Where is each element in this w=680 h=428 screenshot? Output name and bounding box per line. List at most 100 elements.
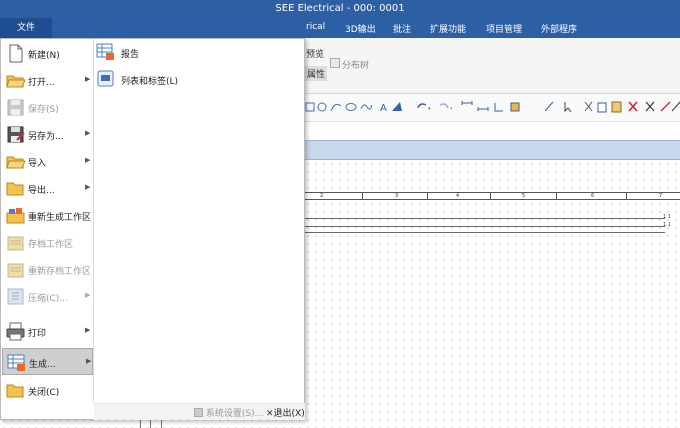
menu-item-save-as[interactable]: 另存为... ▶ (2, 121, 93, 148)
menu-item-save[interactable]: 保存(S) (2, 94, 93, 121)
pointer-icon (564, 102, 572, 113)
dimension-tool-icon (461, 101, 473, 105)
submenu-item-lists-and-labels[interactable]: 列表和标签(L) (96, 67, 296, 91)
cut-icon (584, 101, 593, 112)
archive-workspace-icon (7, 236, 24, 251)
redo-dropdown-icon: ▾ (450, 106, 453, 112)
menu-item-label: 关闭(C) (28, 388, 60, 398)
exit-button[interactable]: ✕退出(X) (266, 406, 306, 419)
menu-item-label: 打印 (28, 329, 47, 339)
rearchive-workspace-icon (7, 263, 24, 278)
ellipse-tool-icon (345, 103, 357, 111)
tab-project-management[interactable]: 项目管理 (486, 22, 522, 35)
menu-item-export[interactable]: 导出... ▶ (2, 175, 93, 202)
settings-icon (194, 408, 203, 417)
properties-button[interactable]: 属性 (305, 66, 328, 81)
submenu-arrow-icon: ▶ (86, 357, 92, 365)
menu-item-generate[interactable]: 生成... ▶ (2, 348, 93, 375)
save-icon (7, 99, 24, 116)
menu-item-label: 存档工作区 (28, 240, 74, 250)
menu-item-print[interactable]: 打印 ▶ (2, 318, 93, 345)
menu-item-label: 另存为... (28, 132, 64, 142)
orthogonal-line-icon (494, 103, 503, 112)
menu-item-label: 保存(S) (28, 105, 59, 115)
submenu-arrow-icon: ▶ (85, 75, 91, 83)
submenu-item-report[interactable]: 报告 (96, 40, 296, 64)
preview-button[interactable]: 预览 (306, 47, 324, 60)
tab-external-programs[interactable]: 外部程序 (541, 22, 577, 35)
menu-item-import[interactable]: 导入 ▶ (2, 148, 93, 175)
menu-item-open[interactable]: 打开... ▶ (2, 67, 93, 94)
submenu-arrow-icon: ▶ (85, 183, 91, 191)
report-icon (96, 43, 114, 60)
file-menu-footer: 系统设置(S)... ✕退出(X) (94, 403, 305, 420)
save-as-icon (7, 126, 25, 143)
system-settings-button[interactable]: 系统设置(S)... (194, 406, 266, 419)
text-tool-icon: A (380, 103, 387, 114)
x-cross-icon (645, 101, 655, 112)
copy-icon (597, 102, 607, 113)
dimension-horizontal-icon (477, 107, 489, 111)
tab-3d-output[interactable]: 3D输出 (345, 22, 376, 35)
circle-tool-icon (317, 102, 327, 112)
power-wire[interactable] (304, 218, 665, 219)
close-folder-icon (6, 384, 24, 398)
list-labels-icon (97, 70, 114, 87)
tab-extensions[interactable]: 扩展功能 (430, 22, 466, 35)
submenu-arrow-icon: ▶ (85, 156, 91, 164)
regenerate-workspace-icon (6, 208, 25, 224)
ruler-label: 4 (456, 193, 460, 199)
menu-item-archive-workspace[interactable]: 存档工作区 (2, 229, 93, 256)
curve-tool-icon (360, 104, 373, 110)
undo-icon (417, 103, 427, 109)
ruler-divider (427, 193, 428, 200)
folder-open-icon (6, 75, 26, 88)
printer-icon (6, 322, 25, 341)
wire-tool-icon (660, 101, 671, 112)
submenu-arrow-icon: ▶ (85, 291, 91, 299)
new-document-icon (9, 44, 23, 63)
ruler-label: 5 (522, 193, 526, 199)
tab-file[interactable]: 文件 (0, 18, 52, 38)
system-settings-label: 系统设置(S)... (205, 409, 264, 419)
rectangle-tool-icon (305, 102, 315, 112)
file-menu-commands: 新建(N) 打开... ▶ 保存(S) 另存为... ▶ 导入 ▶ 导出... … (1, 39, 94, 403)
tab-annotate[interactable]: 批注 (393, 22, 411, 35)
ruler-label: 6 (591, 193, 595, 199)
terminal-label: 1.1 (663, 214, 671, 220)
arc-tool-icon (330, 103, 342, 112)
exit-label: 退出(X) (273, 409, 305, 419)
compress-icon (7, 288, 24, 305)
delete-icon (628, 101, 638, 112)
menu-item-label: 导出... (28, 186, 55, 196)
menu-item-rearchive-workspace[interactable]: 重新存档工作区 (2, 256, 93, 283)
paste-icon (611, 101, 622, 113)
menu-item-label: 打开... (28, 78, 55, 88)
menu-item-label: 生成... (29, 360, 56, 370)
document-tab[interactable] (304, 140, 680, 160)
generate-icon (7, 354, 25, 371)
submenu-arrow-icon: ▶ (85, 326, 91, 334)
power-wire[interactable] (304, 232, 665, 233)
menu-item-compress[interactable]: 压缩(C)... ▶ (2, 283, 93, 310)
ruler-divider (490, 193, 491, 200)
power-wire[interactable] (304, 226, 665, 227)
diagonal-line-icon (544, 101, 554, 112)
ruler-label: 3 (395, 193, 399, 199)
menu-item-label: 重新存档工作区 (28, 267, 92, 277)
export-icon (6, 182, 24, 196)
distribution-tree-button[interactable]: 分布树 (342, 58, 369, 71)
block-tool-icon (510, 102, 520, 112)
exit-icon: ✕ (266, 409, 274, 419)
menu-item-label: 新建(N) (28, 51, 60, 61)
menu-item-new[interactable]: 新建(N) (2, 40, 93, 67)
tab-electrical[interactable]: rical (306, 22, 325, 32)
column-ruler: 2 3 4 5 6 7 (304, 192, 680, 200)
submenu-item-label: 列表和标签(L) (121, 77, 179, 87)
file-menu: 新建(N) 打开... ▶ 保存(S) 另存为... ▶ 导入 ▶ 导出... … (0, 38, 305, 420)
submenu-arrow-icon: ▶ (85, 129, 91, 137)
ruler-divider (556, 193, 557, 200)
menu-item-regenerate-workspace[interactable]: 重新生成工作区 (2, 202, 93, 229)
import-icon (6, 156, 26, 169)
menu-item-close[interactable]: 关闭(C) (2, 377, 93, 404)
